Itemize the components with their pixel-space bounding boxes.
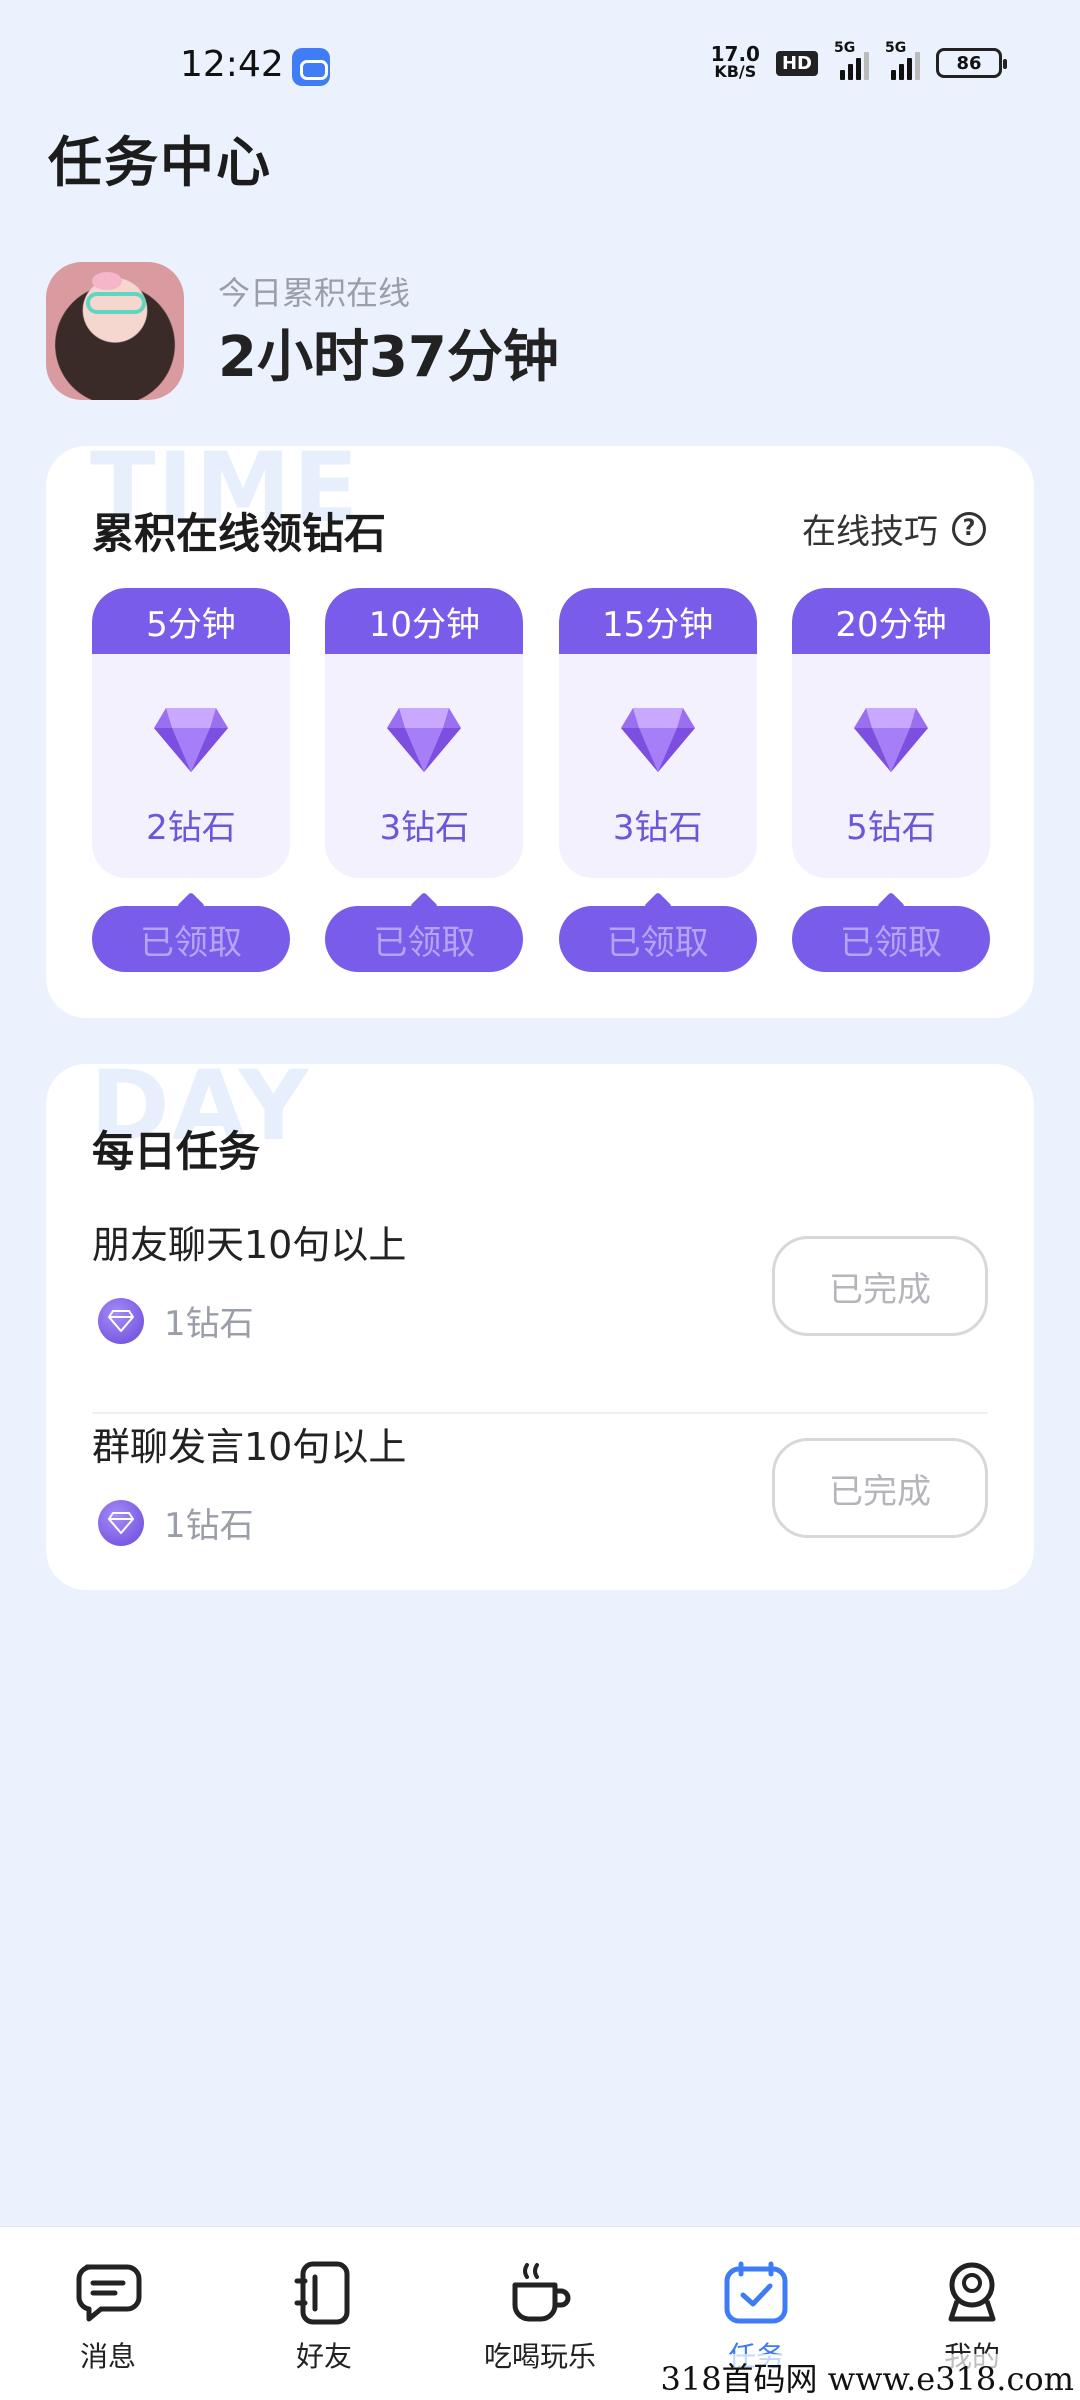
signal-icon: 5G: [834, 40, 869, 80]
signal-tag-2: 5G: [885, 40, 907, 56]
battery-level: 86: [956, 52, 982, 74]
diamond-icon: [154, 708, 228, 772]
reward-duration: 20分钟: [791, 588, 990, 654]
friends-icon: [294, 2261, 350, 2325]
profile-icon: [948, 2262, 996, 2322]
nav-item-friends[interactable]: 好友: [216, 2227, 432, 2400]
task-reward-amount: 1钻石: [164, 1506, 254, 1546]
task-name: 群聊发言10句以上: [92, 1425, 407, 1469]
reward-duration: 10分钟: [325, 588, 524, 654]
diamond-icon: [387, 708, 462, 772]
task-name: 朋友聊天10句以上: [92, 1223, 407, 1267]
online-tips-link[interactable]: 在线技巧 ?: [802, 504, 986, 553]
reward-amount: 3钻石: [379, 808, 470, 848]
claim-button[interactable]: 已领取: [791, 906, 990, 972]
task-reward: 1钻石: [98, 1296, 254, 1345]
status-time: 12:42: [180, 44, 284, 85]
task-completed-button[interactable]: 已完成: [772, 1438, 988, 1538]
task-reward-amount: 1钻石: [164, 1304, 254, 1344]
diamond-icon: [853, 708, 928, 772]
reward-amount: 2钻石: [146, 808, 236, 848]
nav-label: 好友: [295, 2340, 352, 2373]
diamond-icon: [620, 708, 695, 772]
task-icon: [724, 2261, 788, 2324]
hd-icon: HD: [775, 50, 818, 76]
reward-amount: 3钻石: [612, 808, 703, 848]
reward-duration: 5分钟: [92, 588, 290, 654]
daily-task-title: 每日任务: [92, 1127, 261, 1176]
network-speed: 17.0 KB/S: [710, 42, 760, 81]
network-speed-value: 17.0: [710, 42, 760, 66]
reward-item: 10分钟 3钻石 已领取: [325, 588, 524, 972]
avatar[interactable]: [46, 262, 184, 400]
nav-label: 吃喝玩乐: [483, 2340, 596, 2373]
online-reward-title: 累积在线领钻石: [92, 509, 387, 558]
diamond-coin-icon: [98, 1499, 144, 1546]
reward-item: 5分钟 2钻石 已领取: [92, 588, 290, 972]
task-row: 朋友聊天10句以上 1钻石 已完成: [92, 1214, 988, 1414]
reward-amount: 5钻石: [846, 808, 936, 848]
nav-item-messages[interactable]: 消息: [0, 2227, 216, 2400]
daily-task-card: DAY 每日任务 朋友聊天10句以上 1钻石 已完成 群聊发言10句以上 1钻石…: [46, 1050, 1034, 1590]
reward-item: 20分钟 5钻石 已领取: [791, 588, 990, 972]
reward-box: 5分钟 2钻石: [92, 588, 290, 878]
status-bar: 12:42 17.0 KB/S HD 5G 5G 86: [0, 0, 1080, 120]
network-speed-unit: KB/S: [714, 62, 757, 81]
reward-box: 10分钟 3钻石: [325, 588, 524, 878]
nav-item-food-fun[interactable]: 吃喝玩乐: [432, 2227, 648, 2400]
nav-label: 消息: [79, 2340, 136, 2373]
claim-button[interactable]: 已领取: [92, 906, 290, 972]
task-completed-button[interactable]: 已完成: [772, 1236, 988, 1336]
signal-icon-2: 5G: [885, 40, 920, 80]
help-icon: ?: [952, 511, 986, 546]
status-indicators: 17.0 KB/S HD 5G 5G 86: [710, 40, 1007, 81]
diamond-coin-icon: [98, 1297, 144, 1344]
task-reward: 1钻石: [98, 1498, 254, 1547]
reward-item: 15分钟 3钻石 已领取: [558, 588, 757, 972]
online-tips-label: 在线技巧: [802, 512, 938, 552]
task-row: 群聊发言10句以上 1钻石 已完成: [92, 1416, 988, 1616]
online-time-value: 2小时37分钟: [218, 325, 559, 390]
reward-list: 5分钟 2钻石 已领取 10分钟 3钻石 已领取 15分钟 3钻石 已领取 20…: [92, 588, 990, 972]
reward-box: 15分钟 3钻石: [558, 588, 757, 878]
claim-button[interactable]: 已领取: [325, 906, 524, 972]
app-notification-icon: [292, 48, 330, 86]
online-time-label: 今日累积在线: [218, 274, 411, 312]
reward-box: 20分钟 5钻石: [791, 588, 990, 878]
message-icon: [76, 2264, 142, 2322]
site-watermark: 318首码网 www.e318.com: [654, 2354, 1080, 2400]
reward-duration: 15分钟: [558, 588, 757, 654]
signal-tag-1: 5G: [834, 40, 856, 56]
claim-button[interactable]: 已领取: [558, 906, 757, 972]
battery-icon: 86: [936, 48, 1007, 78]
page-title: 任务中心: [48, 131, 272, 194]
online-reward-card: TIME 累积在线领钻石 在线技巧 ? 5分钟 2钻石 已领取 10分钟 3钻石…: [46, 432, 1034, 1018]
cup-icon: [512, 2263, 571, 2322]
